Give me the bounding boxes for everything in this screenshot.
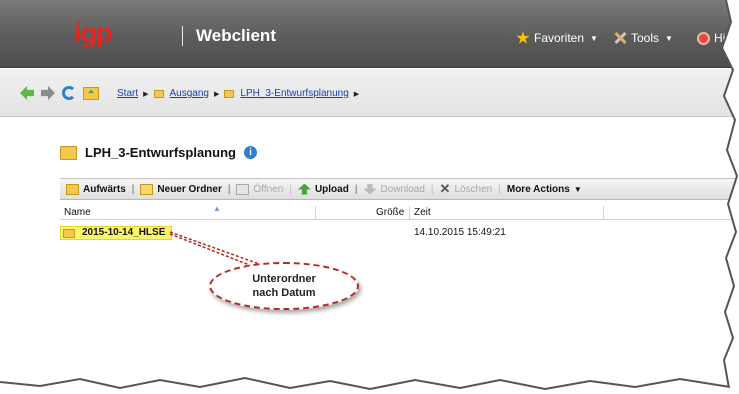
- nav-buttons: [20, 86, 99, 100]
- refresh-icon[interactable]: [62, 86, 76, 100]
- up-label: Aufwärts: [83, 183, 126, 195]
- folder-up-icon[interactable]: [83, 86, 99, 100]
- row-time: 14.10.2015 15:49:21: [414, 227, 506, 238]
- folder-up-icon: [66, 183, 79, 195]
- app-header: igp Webclient Favoriten ▼ Tools ▼ Hilf: [0, 0, 739, 68]
- callout-line-2: nach Datum: [252, 287, 316, 299]
- favorites-menu[interactable]: Favoriten ▼: [516, 31, 598, 45]
- help-menu[interactable]: Hilf: [697, 31, 731, 45]
- header-divider: [182, 26, 183, 46]
- toolbar-divider: |: [498, 183, 501, 195]
- file-toolbar: Aufwärts | Neuer Ordner | Öffnen | Uploa…: [60, 178, 739, 200]
- delete-label: Löschen: [454, 183, 493, 195]
- folder-heading: LPH_3-Entwurfsplanung i: [60, 145, 257, 160]
- toolbar-divider: |: [227, 183, 231, 195]
- breadcrumb-ausgang[interactable]: Ausgang: [170, 88, 209, 99]
- new-folder-label: Neuer Ordner: [157, 183, 222, 195]
- tools-menu[interactable]: Tools ▼: [613, 31, 673, 45]
- chevron-down-icon: ▼: [665, 33, 673, 43]
- row-name[interactable]: 2015-10-14_HLSE: [82, 227, 165, 238]
- folder-icon: [63, 229, 75, 238]
- breadcrumb: Start ▶ Ausgang ▶ LPH_3-Entwurfsplanung …: [117, 88, 361, 99]
- file-table-header: Name ▲ Größe Zeit: [60, 204, 739, 220]
- navigation-bar: Start ▶ Ausgang ▶ LPH_3-Entwurfsplanung …: [0, 69, 739, 117]
- download-arrow-icon: [363, 183, 377, 195]
- sort-ascending-icon: ▲: [213, 204, 221, 213]
- help-icon: [697, 31, 710, 45]
- forward-arrow-icon[interactable]: [41, 86, 55, 100]
- table-row[interactable]: 2015-10-14_HLSE 14.10.2015 15:49:21: [60, 226, 739, 240]
- up-button[interactable]: Aufwärts: [66, 183, 126, 195]
- folder-title: LPH_3-Entwurfsplanung: [85, 145, 236, 160]
- column-header-name[interactable]: Name: [64, 207, 91, 218]
- info-icon[interactable]: i: [243, 146, 257, 159]
- column-divider[interactable]: [409, 206, 410, 220]
- more-actions-label: More Actions: [506, 183, 570, 195]
- upload-button[interactable]: Upload: [297, 183, 349, 195]
- favorites-label: Favoriten: [534, 31, 585, 45]
- open-button[interactable]: Öffnen: [236, 183, 284, 195]
- download-button[interactable]: Download: [363, 183, 425, 195]
- toolbar-divider: |: [430, 183, 434, 195]
- help-label: Hilf: [714, 31, 732, 45]
- upload-label: Upload: [314, 183, 349, 195]
- annotation-callout: Unterordner nach Datum: [209, 262, 359, 310]
- column-divider[interactable]: [315, 206, 316, 220]
- folder-icon: [60, 145, 77, 160]
- new-folder-button[interactable]: Neuer Ordner: [140, 183, 222, 195]
- back-arrow-icon[interactable]: [20, 86, 34, 100]
- chevron-down-icon: ▼: [573, 184, 582, 194]
- more-actions-button[interactable]: More Actions ▼: [507, 184, 582, 195]
- breadcrumb-separator-icon: ▶: [353, 90, 360, 98]
- tools-label: Tools: [631, 31, 660, 45]
- breadcrumb-lph3[interactable]: LPH_3-Entwurfsplanung: [240, 88, 348, 99]
- delete-button[interactable]: ✕ Löschen: [439, 181, 493, 196]
- folder-icon: [224, 89, 235, 98]
- delete-x-icon: ✕: [439, 181, 451, 196]
- igp-logo[interactable]: igp: [74, 18, 112, 49]
- breadcrumb-separator-icon: ▶: [143, 90, 149, 98]
- toolbar-divider: |: [289, 183, 292, 195]
- star-icon: [516, 31, 530, 44]
- column-divider[interactable]: [603, 206, 604, 220]
- breadcrumb-start[interactable]: Start: [117, 88, 138, 99]
- new-folder-icon: [140, 183, 154, 195]
- column-header-time[interactable]: Zeit: [414, 207, 431, 218]
- callout-line-1: Unterordner: [252, 273, 316, 285]
- folder-icon: [153, 89, 164, 98]
- toolbar-divider: |: [131, 183, 135, 195]
- download-label: Download: [380, 183, 425, 195]
- chevron-down-icon: ▼: [590, 33, 598, 43]
- breadcrumb-separator-icon: ▶: [214, 90, 220, 98]
- column-header-size[interactable]: Größe: [376, 207, 404, 218]
- open-label: Öffnen: [253, 183, 284, 195]
- app-title: Webclient: [196, 26, 276, 45]
- toolbar-divider: |: [354, 183, 358, 195]
- tools-icon: [613, 31, 627, 45]
- upload-arrow-icon: [297, 183, 311, 195]
- open-folder-icon: [236, 183, 250, 195]
